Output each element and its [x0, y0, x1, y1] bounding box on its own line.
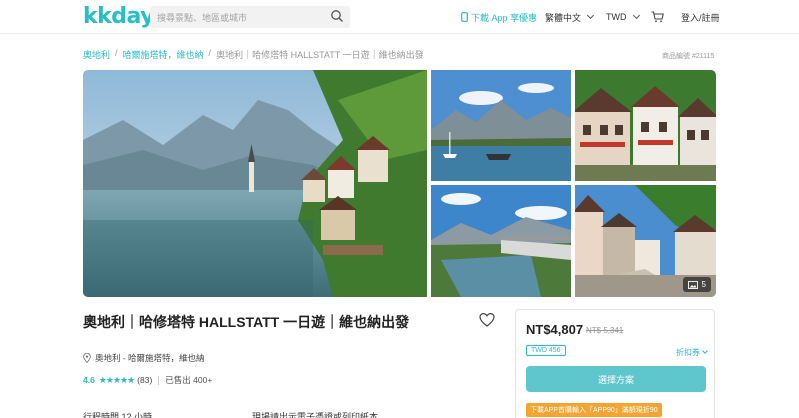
current-price: NT$4,807 — [526, 322, 584, 337]
gallery-photo-lake[interactable] — [431, 70, 571, 181]
location-label: 奧地利 - 哈爾施塔特，維也納 — [95, 353, 205, 363]
product-rating[interactable]: 4.6 ★★★★★ (83) 已售出 400+ — [83, 374, 212, 386]
breadcrumb-separator: / — [208, 48, 212, 58]
search-input[interactable]: 搜尋景點、地區或城市 — [157, 11, 247, 24]
login-link[interactable]: 登入/註冊 — [681, 0, 720, 34]
phone-icon — [461, 12, 468, 22]
download-app-link[interactable]: 下載 App 享優惠 — [461, 0, 537, 34]
cart-button[interactable] — [651, 0, 664, 34]
breadcrumb-current: 奧地利｜哈修塔特 HALLSTATT 一日遊｜維也納出發 — [216, 50, 424, 60]
breadcrumb-country[interactable]: 奧地利 — [83, 48, 110, 61]
divider — [158, 375, 160, 385]
select-plan-button[interactable]: 選擇方案 — [526, 366, 706, 392]
breadcrumb-separator: / — [115, 48, 118, 58]
breadcrumb: 奧地利 / 哈爾施塔特，維也納 / 奧地利｜哈修塔特 HALLSTATT 一日遊… — [83, 48, 424, 61]
language-selector[interactable]: 繁體中文 — [545, 0, 595, 34]
kkday-logo[interactable]: kkday — [83, 4, 155, 29]
heart-icon[interactable] — [479, 312, 495, 328]
search-icon[interactable] — [330, 9, 344, 23]
photo-count-badge[interactable]: 5 — [682, 277, 711, 292]
top-header: kkday 搜尋景點、地區或城市 下載 App 享優惠 繁體中文 TWD 登入/… — [0, 0, 799, 34]
currency-label: TWD — [606, 12, 627, 22]
chevron-down-icon — [586, 11, 595, 20]
gallery-photo-skywalk[interactable] — [431, 185, 571, 297]
voucher-info: 現場請出示電子憑證或列印紙本 — [252, 412, 379, 418]
language-label: 繁體中文 — [545, 12, 582, 23]
discount-label: 折扣券 — [676, 348, 700, 357]
gallery-photo-houses[interactable] — [575, 70, 716, 181]
chevron-down-icon — [702, 348, 708, 354]
discount-coupon-link[interactable]: 折扣券 — [676, 347, 708, 358]
chevron-down-icon — [632, 11, 640, 20]
gallery-photo-square[interactable]: 5 — [575, 185, 716, 297]
original-price: NT$ 5,341 — [586, 326, 624, 335]
photo-count: 5 — [701, 280, 706, 289]
currency-selector[interactable]: TWD — [606, 0, 640, 34]
app-promo-banner: 下載APP首購輸入「APP90」滿額現折90 — [526, 403, 662, 417]
download-app-label: 下載 App 享優惠 — [471, 12, 538, 23]
rating-stars: ★★★★★ — [98, 374, 135, 385]
breadcrumb-city[interactable]: 哈爾施塔特，維也納 — [123, 48, 204, 61]
location-pin-icon — [83, 353, 91, 363]
review-count[interactable]: (83) — [137, 375, 152, 385]
product-number: 商品編號 #21115 — [662, 53, 715, 60]
gallery-main-photo[interactable] — [83, 70, 427, 297]
duration-info: 行程時間 12 小時 — [83, 412, 153, 418]
booking-card: NT$4,807 NT$ 5,341 TWD 456 折扣券 選擇方案 下載AP… — [515, 309, 715, 418]
rating-score: 4.6 — [83, 375, 95, 385]
sold-count: 已售出 400+ — [165, 375, 213, 385]
image-icon — [687, 280, 698, 289]
search-bar[interactable]: 搜尋景點、地區或城市 — [150, 6, 350, 28]
product-location: 奧地利 - 哈爾施塔特，維也納 — [83, 352, 205, 364]
product-highlights: 行程時間 12 小時 現場請出示電子憑證或列印紙本 — [83, 410, 378, 418]
product-title: 奧地利｜哈修塔特 HALLSTATT 一日遊｜維也納出發 — [83, 314, 410, 330]
cart-icon — [651, 11, 664, 23]
price-tag: TWD 456 — [526, 345, 566, 356]
